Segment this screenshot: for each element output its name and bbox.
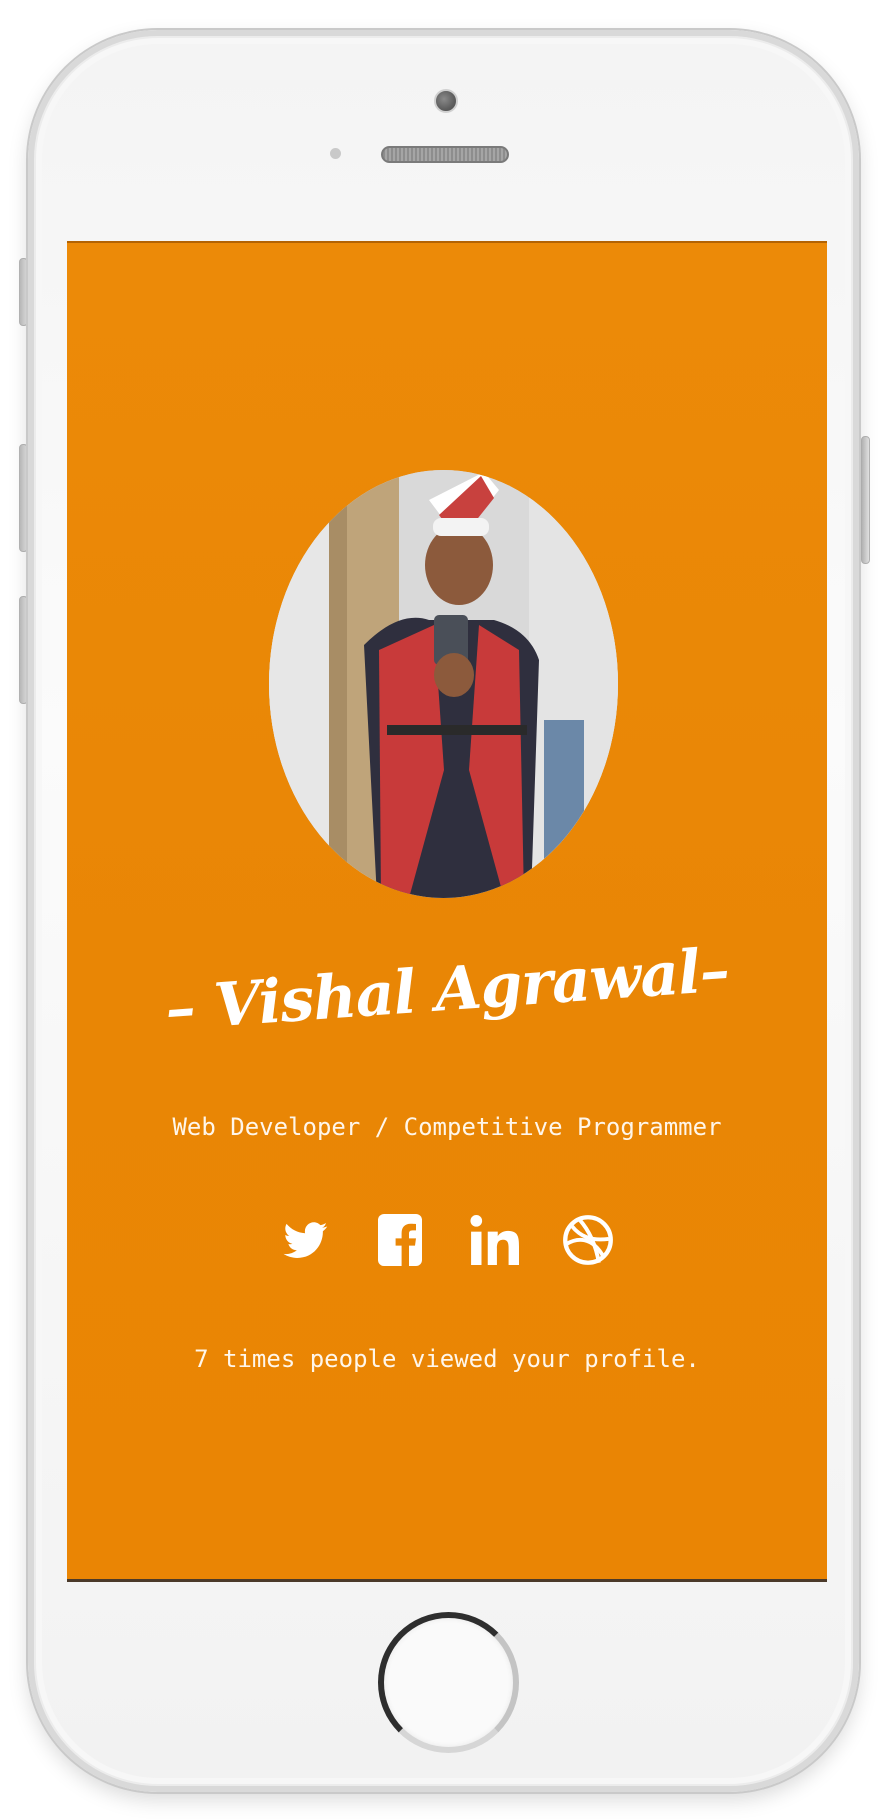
mute-switch: [19, 258, 28, 326]
facebook-icon: [378, 1214, 422, 1266]
profile-views-text: 7 times people viewed your profile.: [194, 1345, 700, 1373]
volume-down-button: [19, 596, 28, 704]
twitter-link[interactable]: [278, 1208, 334, 1272]
dribbble-icon: [563, 1215, 613, 1265]
front-camera: [434, 89, 458, 113]
twitter-icon: [283, 1222, 328, 1258]
facebook-link[interactable]: [372, 1208, 428, 1272]
volume-up-button: [19, 444, 28, 552]
profile-photo: [269, 470, 618, 898]
dribbble-link[interactable]: [560, 1208, 616, 1272]
home-button[interactable]: [378, 1612, 519, 1753]
profile-title: Web Developer / Competitive Programmer: [172, 1113, 722, 1141]
profile-name: – Vishal Agrawal–: [163, 935, 731, 1045]
social-links: [67, 1208, 827, 1272]
earpiece-speaker: [381, 146, 509, 163]
linkedin-icon: [470, 1215, 519, 1265]
mockup-stage: – Vishal Agrawal– Web Developer / Compet…: [0, 0, 887, 1820]
power-button: [861, 436, 870, 564]
profile-photo-illustration: [269, 470, 618, 898]
proximity-sensor: [330, 148, 341, 159]
linkedin-link[interactable]: [466, 1208, 522, 1272]
profile-screen: – Vishal Agrawal– Web Developer / Compet…: [67, 241, 827, 1582]
